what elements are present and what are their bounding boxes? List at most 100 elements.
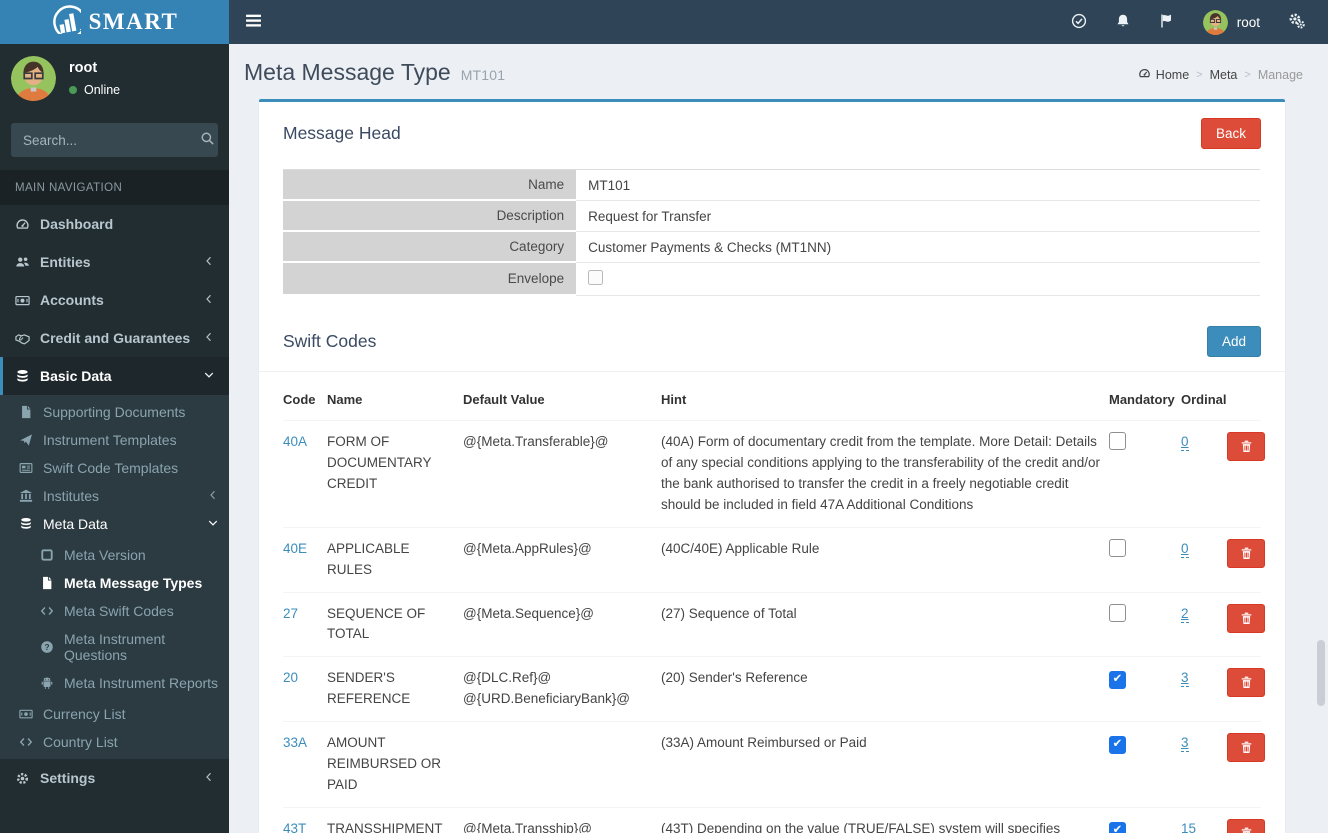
field-row-description: Description Request for Transfer xyxy=(283,201,1260,232)
sidebar-item-basic-data[interactable]: Basic Data xyxy=(0,357,229,395)
ordinal-editable-link[interactable]: 15 xyxy=(1181,820,1197,833)
sidebar-item-meta-swift-codes[interactable]: Meta Swift Codes xyxy=(0,597,229,625)
back-button[interactable]: Back xyxy=(1200,118,1261,149)
search-button[interactable] xyxy=(200,125,215,155)
sidebar-item-label: Currency List xyxy=(43,706,126,722)
bell-icon xyxy=(1117,14,1129,26)
sidebar-user-avatar xyxy=(11,56,56,101)
swift-row-40e: 40E APPLICABLE RULES @{Meta.AppRules}@ (40C… xyxy=(283,526,1265,593)
sidebar-item-credit-and-guarantees[interactable]: Credit and Guarantees xyxy=(0,319,229,357)
user-menu-button[interactable]: root xyxy=(1189,0,1274,44)
database-icon xyxy=(17,369,28,382)
ordinal-editable-link[interactable]: 3 xyxy=(1181,670,1189,688)
search-input[interactable] xyxy=(23,132,200,148)
swift-code-link[interactable]: 40E xyxy=(283,541,307,556)
swift-code-link[interactable]: 43T xyxy=(283,821,306,833)
swift-code-link[interactable]: 33A xyxy=(283,735,307,750)
sidebar-item-entities[interactable]: Entities xyxy=(0,243,229,281)
swift-code-link[interactable]: 20 xyxy=(283,670,298,685)
swift-default-value: @{DLC.Ref}@ @{URD.BeneficiaryBank}@ xyxy=(463,656,661,722)
delete-button[interactable] xyxy=(1227,538,1265,568)
breadcrumb-meta-link[interactable]: Meta xyxy=(1210,68,1238,82)
sidebar-item-meta-instrument-questions[interactable]: ? Meta Instrument Questions xyxy=(0,625,229,669)
sidebar-item-accounts[interactable]: Accounts xyxy=(0,281,229,319)
chevron-left-icon xyxy=(206,772,211,782)
breadcrumb-home-link[interactable]: Home xyxy=(1138,67,1189,83)
main-content: Meta Message Type MT101 Home > Meta > Ma… xyxy=(229,0,1328,833)
mandatory-checkbox[interactable] xyxy=(1109,735,1126,754)
mandatory-checkbox[interactable] xyxy=(1109,603,1126,622)
sidebar-item-swift-code-templates[interactable]: Swift Code Templates xyxy=(0,454,229,482)
delete-button[interactable] xyxy=(1227,668,1265,698)
sidebar-item-meta-data[interactable]: Meta Data xyxy=(0,510,229,538)
envelope-checkbox[interactable] xyxy=(588,270,604,285)
users-icon xyxy=(16,256,29,266)
chevron-down-icon xyxy=(208,520,218,526)
control-sidebar-button[interactable] xyxy=(1274,0,1318,44)
trash-icon xyxy=(1241,547,1251,559)
mandatory-checkbox[interactable] xyxy=(1109,671,1126,690)
sidebar-item-label: Meta Message Types xyxy=(64,575,203,591)
sidebar-item-label: Accounts xyxy=(40,292,104,308)
mandatory-checkbox[interactable] xyxy=(1109,538,1126,557)
swift-hint: (20) Sender's Reference xyxy=(661,656,1109,722)
sidebar-item-instrument-templates[interactable]: Instrument Templates xyxy=(0,426,229,454)
delete-button[interactable] xyxy=(1227,432,1265,461)
sidebar-item-label: Supporting Documents xyxy=(43,404,186,420)
search-icon xyxy=(201,132,214,145)
user-avatar xyxy=(1202,9,1228,35)
notifications-menu-button[interactable] xyxy=(1101,0,1145,44)
sidebar-item-label: Basic Data xyxy=(40,368,112,384)
sidebar-item-label: Institutes xyxy=(43,488,100,504)
sidebar-item-country-list[interactable]: Country List xyxy=(0,728,229,756)
add-button[interactable]: Add xyxy=(1206,326,1261,357)
swift-codes-table: Code Name Default Value Hint Mandatory O… xyxy=(283,372,1265,833)
sidebar-toggle-button[interactable] xyxy=(229,0,278,44)
ordinal-editable-link[interactable]: 3 xyxy=(1181,735,1189,753)
field-value: Request for Transfer xyxy=(588,208,712,224)
app-logo[interactable]: SMART xyxy=(0,0,229,44)
avatar-icon xyxy=(11,56,56,101)
swift-hint: (40A) Form of documentary credit from th… xyxy=(661,420,1109,528)
sidebar-item-currency-list[interactable]: Currency List xyxy=(0,700,229,728)
tasks-menu-button[interactable] xyxy=(1057,0,1101,44)
sidebar-item-meta-instrument-reports[interactable]: Meta Instrument Reports xyxy=(0,669,229,697)
field-label: Category xyxy=(283,232,577,263)
hamburger-icon xyxy=(245,12,262,32)
page-scrollbar-thumb[interactable] xyxy=(1317,640,1325,706)
delete-button[interactable] xyxy=(1227,603,1265,633)
sidebar-item-supporting-documents[interactable]: Supporting Documents xyxy=(0,398,229,426)
delete-button[interactable] xyxy=(1227,733,1265,763)
field-row-category: Category Customer Payments & Checks (MT1N… xyxy=(283,232,1260,263)
database-icon xyxy=(21,517,31,529)
swift-code-link[interactable]: 40A xyxy=(283,434,307,449)
delete-button[interactable] xyxy=(1227,818,1265,833)
sidebar-item-label: Dashboard xyxy=(40,216,114,232)
ordinal-editable-link[interactable]: 2 xyxy=(1181,605,1189,623)
sidebar-item-dashboard[interactable]: Dashboard xyxy=(0,205,229,243)
swift-name: SEQUENCE OF TOTAL xyxy=(327,591,463,657)
field-row-envelope: Envelope xyxy=(283,263,1260,296)
breadcrumb-separator: > xyxy=(1196,69,1203,81)
check-circle-icon xyxy=(1071,13,1087,32)
avatar-icon xyxy=(1202,9,1228,35)
messages-menu-button[interactable] xyxy=(1145,0,1189,44)
swift-name: SENDER'S REFERENCE xyxy=(327,656,463,722)
mandatory-checkbox[interactable] xyxy=(1109,432,1126,450)
swift-name: FORM OF DOCUMENTARY CREDIT xyxy=(327,420,463,528)
message-head-title: Message Head xyxy=(283,123,401,143)
sidebar-item-label: Meta Swift Codes xyxy=(64,603,174,619)
sidebar-item-meta-version[interactable]: Meta Version xyxy=(0,541,229,569)
sidebar-item-institutes[interactable]: Institutes xyxy=(0,482,229,510)
dashboard-icon xyxy=(1138,68,1150,78)
swift-codes-title: Swift Codes xyxy=(283,331,377,351)
breadcrumb: Home > Meta > Manage xyxy=(1138,67,1303,83)
ordinal-editable-link[interactable]: 0 xyxy=(1181,434,1189,451)
mandatory-checkbox[interactable] xyxy=(1109,821,1126,833)
swift-code-link[interactable]: 27 xyxy=(283,606,298,621)
money-icon xyxy=(15,295,30,305)
ordinal-editable-link[interactable]: 0 xyxy=(1181,540,1189,558)
sidebar-item-label: Country List xyxy=(43,734,118,750)
sidebar-item-meta-message-types[interactable]: Meta Message Types xyxy=(0,569,229,597)
sidebar-item-settings[interactable]: Settings xyxy=(0,759,229,797)
